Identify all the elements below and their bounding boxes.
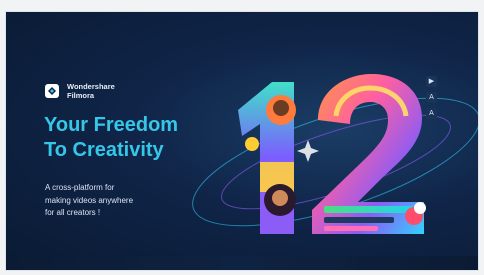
play-icon: ▶ <box>426 76 437 87</box>
side-icon-column: ▶ A A <box>426 76 437 119</box>
text-icon: A <box>426 92 437 103</box>
heart-eyes-emoji-icon <box>245 137 259 151</box>
digit-1-shape <box>238 82 296 234</box>
bottom-strip <box>6 256 478 270</box>
timeline-bar <box>324 206 414 213</box>
hero-banner: Wondershare Filmora Your Freedom To Crea… <box>6 12 478 270</box>
font-icon: A <box>426 108 437 119</box>
version-12-artwork <box>192 74 478 234</box>
digit-2-shape <box>312 74 426 234</box>
